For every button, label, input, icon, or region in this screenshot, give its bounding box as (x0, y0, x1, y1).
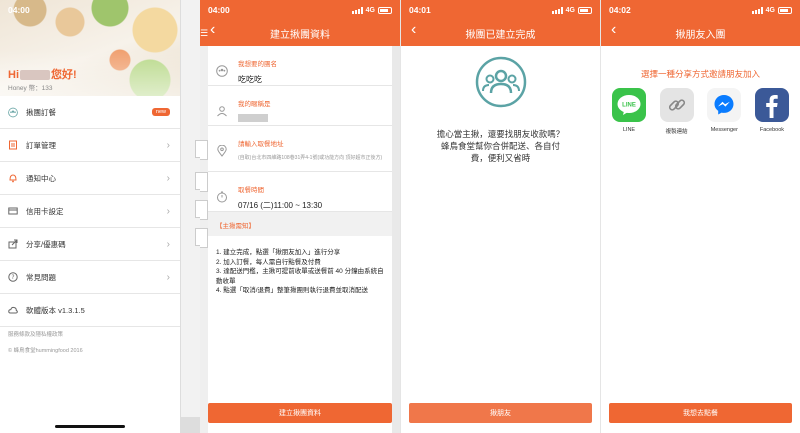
group-people-icon (475, 56, 527, 108)
share-icon (8, 239, 18, 249)
chevron-right-icon: › (166, 271, 170, 283)
hamburger-icon[interactable]: ☰ (200, 28, 208, 39)
home-indicator (55, 425, 125, 428)
link-icon (659, 88, 694, 122)
chevron-right-icon: › (166, 172, 170, 184)
blurred-username (20, 70, 50, 81)
menu-item-faq[interactable]: ? 常見問題 › (0, 261, 180, 294)
network-type: 4G (565, 6, 575, 14)
page-title: 建立揪團資料 (270, 30, 330, 41)
share-line[interactable]: LINE LINE (607, 88, 651, 135)
menu-item-credit-card[interactable]: 信用卡設定 › (0, 195, 180, 228)
invite-friends-screen: 04:02 4G ‹ 揪朋友入團 選擇一種分享方式邀請朋友加入 LINE LIN… (600, 0, 800, 433)
network-type: 4G (765, 6, 775, 14)
receipt-icon (8, 140, 18, 150)
chevron-right-icon: › (166, 205, 170, 217)
svg-text:LINE: LINE (622, 103, 636, 109)
menu-item-group-order[interactable]: 揪團訂餐 new (0, 96, 180, 129)
signal-icon (551, 6, 563, 14)
group-name-value: 吃吃吃 (238, 75, 262, 84)
credit-card-icon (8, 206, 18, 216)
create-group-screen: 04:00 4G ‹ 建立揪團資料 ☰ 我想要的團名 吃吃吃 我的暱稱是 請輸入… (200, 0, 400, 433)
copyright: © 蜂鳥食堂hummingfood 2016 (8, 348, 83, 354)
status-time: 04:00 (208, 5, 230, 15)
blurred-nickname (238, 114, 268, 122)
group-icon (216, 64, 228, 77)
group-form: 我想要的團名 吃吃吃 我的暱稱是 請輸入取餐地址 (自取)台北市四維路108巷3… (208, 46, 392, 433)
invite-friends-button[interactable]: 揪朋友 (409, 403, 592, 423)
address-hint: (自取)台北市四維路108巷31弄4-1號(或功能方向 頂好超市正後方) (238, 155, 383, 161)
battery-icon (378, 6, 392, 14)
side-menu: 揪團訂餐 new 訂單管理 › 通知中心 › 信用卡設定 › 分享/優惠碼 › … (0, 96, 180, 327)
page-title: 揪朋友入團 (675, 30, 726, 41)
svg-text:?: ? (11, 274, 14, 281)
greeting: Hi 您好! (8, 69, 77, 81)
status-time: 04:01 (409, 5, 431, 15)
group-name-field[interactable]: 我想要的團名 吃吃吃 (208, 46, 392, 86)
create-group-button[interactable]: 建立揪團資料 (208, 403, 392, 423)
share-facebook[interactable]: Facebook (750, 88, 794, 135)
nav-header: 04:01 4G ‹ 揪團已建立完成 (401, 0, 600, 46)
status-bar: 04:02 4G (601, 0, 800, 20)
group-created-message: 擔心當主揪，還要找朋友收款嗎？ 蜂鳥食堂幫你合併配送、各自付 費，便利又省時 (436, 129, 565, 163)
location-pin-icon (216, 144, 228, 157)
underlying-screen-edge (180, 0, 200, 433)
pickup-time-field[interactable]: 取餐時間 07/16 (二)11:00 ~ 13:30 (208, 172, 392, 212)
cloud-icon (8, 305, 18, 315)
terms-privacy-link[interactable]: 服務條款及隱私權政策 (8, 330, 63, 338)
status-time: 04:00 (8, 5, 30, 15)
stopwatch-icon (216, 190, 228, 203)
person-icon (216, 104, 228, 117)
page-title: 揪團已建立完成 (465, 30, 536, 41)
status-bar: 04:00 4G (200, 0, 400, 20)
go-order-button[interactable]: 我想去點餐 (609, 403, 792, 423)
nav-header: 04:00 4G ‹ 建立揪團資料 (200, 0, 400, 46)
line-icon: LINE (612, 88, 646, 122)
messenger-icon (707, 88, 742, 122)
honey-coin-balance: Honey 幣：133 (8, 85, 53, 92)
facebook-icon (754, 88, 789, 122)
side-menu-screen: 04:00 Hi 您好! Honey 幣：133 揪團訂餐 new 訂單管理 › … (0, 0, 200, 433)
signal-icon (751, 6, 763, 14)
share-messenger[interactable]: Messenger (702, 88, 746, 135)
nav-header: 04:02 4G ‹ 揪朋友入團 (601, 0, 800, 46)
battery-icon (778, 6, 792, 14)
chevron-right-icon: › (166, 238, 170, 250)
group-icon (8, 107, 18, 117)
address-field[interactable]: 請輸入取餐地址 (自取)台北市四維路108巷31弄4-1號(或功能方向 頂好超市… (208, 126, 392, 172)
menu-item-version: 軟體版本 v1.3.1.5 (0, 294, 180, 327)
menu-item-orders[interactable]: 訂單管理 › (0, 129, 180, 162)
chevron-right-icon: › (166, 139, 170, 151)
pickup-time-value: 07/16 (二)11:00 ~ 13:30 (238, 201, 323, 210)
menu-item-share-coupon[interactable]: 分享/優惠碼 › (0, 228, 180, 261)
nickname-field[interactable]: 我的暱稱是 (208, 86, 392, 126)
bell-icon (8, 173, 18, 183)
menu-item-notifications[interactable]: 通知中心 › (0, 162, 180, 195)
signal-icon (351, 6, 363, 14)
notice-title: 【主揪需知】 (208, 212, 392, 236)
battery-icon (578, 6, 592, 14)
network-type: 4G (365, 6, 375, 14)
help-icon: ? (8, 272, 18, 282)
share-options: LINE LINE 複製連結 Messenger Facebook (607, 88, 794, 135)
share-copy-link[interactable]: 複製連結 (655, 88, 699, 135)
status-time: 04:02 (609, 5, 631, 15)
share-prompt: 選擇一種分享方式邀請朋友加入 (640, 69, 760, 79)
new-badge: new (151, 108, 170, 116)
status-bar: 04:01 4G (401, 0, 600, 20)
status-bar: 04:00 (0, 0, 180, 20)
group-created-screen: 04:01 4G ‹ 揪團已建立完成 擔心當主揪，還要找朋友收款嗎？ 蜂鳥食堂幫… (400, 0, 600, 433)
